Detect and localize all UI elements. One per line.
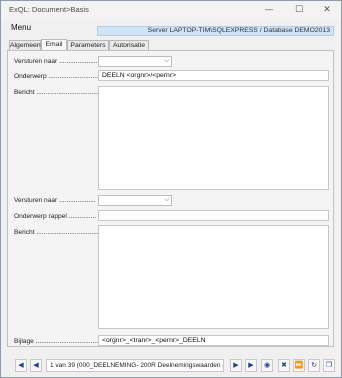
- window-title: ExQL: Document>Basis: [9, 5, 89, 14]
- previous-record-icon[interactable]: ◀: [30, 359, 42, 372]
- bericht-label: Bericht ................................…: [14, 89, 110, 96]
- versturen-naar-dropdown[interactable]: ⌵: [98, 56, 172, 67]
- copy-icon[interactable]: ❐: [323, 359, 335, 372]
- onderwerp-input[interactable]: DEELN <orgnr>/<pernr>: [98, 70, 329, 81]
- record-status: 1 van 39 (000_DEELNEMING- 200R Deelnemin…: [46, 359, 224, 372]
- server-info-bar: Server LAPTOP-TIM\SQLEXPRESS / Database …: [97, 26, 334, 36]
- minimize-icon[interactable]: —: [257, 2, 281, 18]
- refresh-icon[interactable]: ↻: [308, 359, 320, 372]
- binoculars-icon[interactable]: ◉: [261, 359, 273, 372]
- tab-parameters[interactable]: Parameters: [67, 40, 109, 50]
- maximize-icon[interactable]: ☐: [287, 2, 311, 18]
- document-window: ExQL: Document>Basis — ☐ ✕ Menu Server L…: [0, 0, 342, 378]
- tab-autorisatie[interactable]: Autorisatie: [109, 40, 149, 50]
- title-bar[interactable]: ExQL: Document>Basis — ☐ ✕: [1, 1, 341, 19]
- last-record-icon[interactable]: ▶: [245, 359, 257, 372]
- bijlage-input[interactable]: <orgnr>_<tranr>_<pernr>_DEELN: [98, 335, 329, 346]
- bericht-rappel-label: Bericht ................................…: [14, 229, 110, 236]
- delete-record-icon[interactable]: ✖: [278, 359, 290, 372]
- record-navigation-bar: ◀ ◀ 1 van 39 (000_DEELNEMING- 200R Deeln…: [1, 353, 341, 377]
- chevron-down-icon: ⌵: [164, 197, 169, 203]
- onderwerp-label: Onderwerp ..............................…: [14, 73, 108, 80]
- onderwerp-rappel-label: Onderwerp rappel ...............: [14, 213, 97, 220]
- close-icon[interactable]: ✕: [315, 2, 339, 18]
- tab-email[interactable]: Email: [41, 39, 67, 50]
- tab-algemeen[interactable]: Algemeen: [9, 40, 41, 50]
- menu-button[interactable]: Menu: [11, 23, 31, 32]
- versturen-naar-label: Versturen naar .....................: [14, 58, 98, 65]
- next-record-icon[interactable]: ▶: [230, 359, 242, 372]
- onderwerp-rappel-input[interactable]: [98, 210, 329, 221]
- chevron-down-icon: ⌵: [164, 58, 169, 64]
- bericht-textarea[interactable]: [98, 86, 329, 190]
- versturen-naar-rappel-dropdown[interactable]: ⌵: [98, 195, 172, 206]
- first-record-icon[interactable]: ◀: [15, 359, 27, 372]
- bericht-rappel-textarea[interactable]: [98, 225, 329, 329]
- versturen-naar-rappel-label: Versturen naar ....................: [14, 197, 96, 204]
- fast-forward-icon[interactable]: ⏩: [293, 359, 305, 372]
